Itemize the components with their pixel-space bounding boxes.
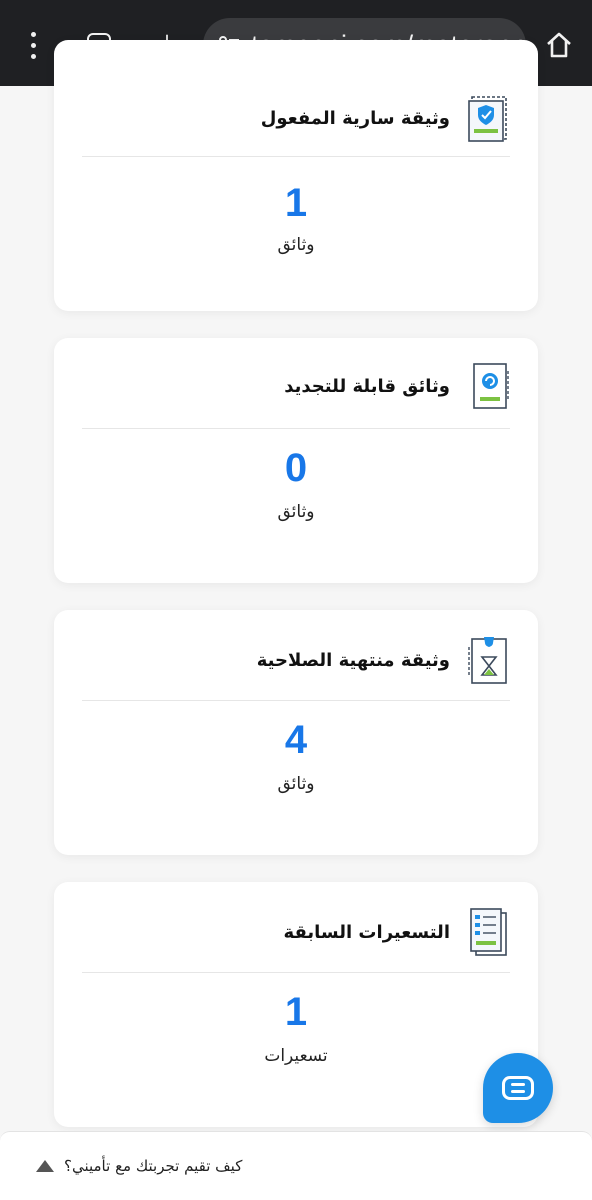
count-unit: تسعيرات: [264, 1046, 328, 1066]
chat-icon: [502, 1076, 534, 1100]
divider: [82, 428, 510, 429]
renewable-policies-card[interactable]: وثائق قابلة للتجديد 0 وثائق: [54, 338, 538, 583]
active-policies-card-body: 1 وثائق: [54, 86, 538, 311]
menu-icon[interactable]: [8, 18, 58, 72]
policy-count: 0: [284, 446, 308, 490]
feedback-prompt: كيف تقيم تجربتك مع تأميني؟: [64, 1157, 243, 1175]
expired-policy-icon: [468, 637, 507, 684]
card-title: وثائق قابلة للتجديد: [284, 375, 450, 397]
renewable-policy-icon: [473, 363, 509, 409]
expired-policies-card[interactable]: وثيقة منتهية الصلاحية 4 وثائق: [54, 610, 538, 855]
previous-quotes-icon: [470, 908, 507, 956]
count-unit: وثائق: [277, 502, 315, 522]
home-icon[interactable]: [534, 18, 584, 72]
count-unit: وثائق: [277, 774, 315, 794]
divider: [82, 972, 510, 973]
quote-count: 1: [284, 990, 308, 1034]
policy-count: 1: [284, 181, 308, 225]
count-unit: وثائق: [277, 235, 315, 255]
divider: [82, 700, 510, 701]
previous-quotes-card[interactable]: التسعيرات السابقة 1 تسعيرات: [54, 882, 538, 1127]
chat-button[interactable]: [483, 1053, 553, 1123]
divider: [82, 156, 510, 157]
card-title: وثيقة منتهية الصلاحية: [256, 649, 450, 671]
feedback-bar[interactable]: كيف تقيم تجربتك مع تأميني؟: [0, 1131, 592, 1200]
expand-up-icon[interactable]: [36, 1160, 54, 1172]
card-title: التسعيرات السابقة: [283, 921, 450, 943]
policy-count: 4: [284, 718, 308, 762]
